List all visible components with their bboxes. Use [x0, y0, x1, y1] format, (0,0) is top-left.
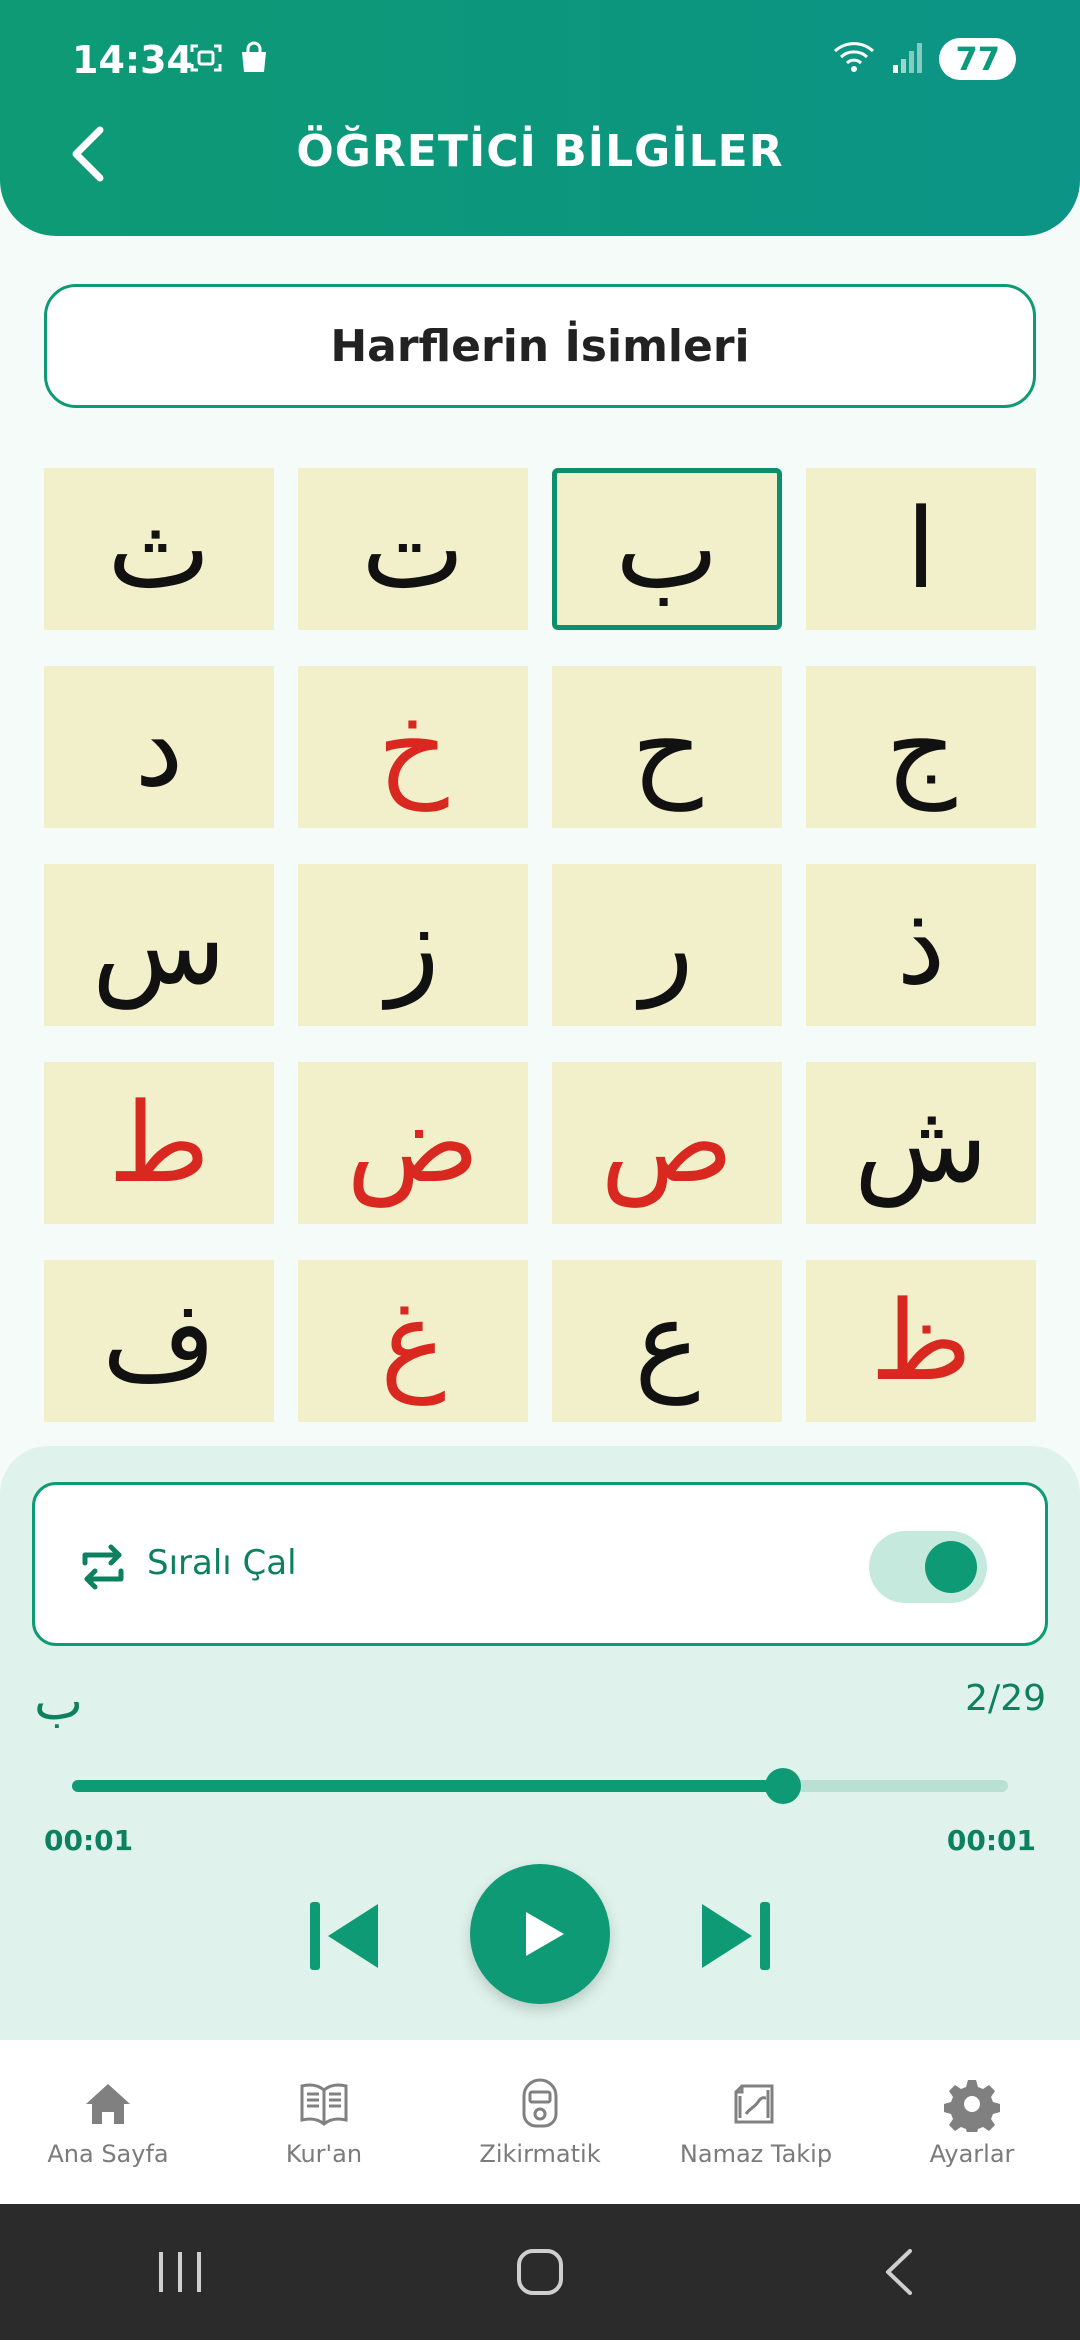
letter-glyph: ف [101, 1277, 217, 1405]
progress-thumb[interactable] [765, 1768, 802, 1804]
nav-label: Ana Sayfa [47, 2140, 169, 2168]
nav-item-prayer-tracking[interactable]: Namaz Takip [656, 2076, 856, 2168]
letter-grid: ا ب ت ث ج ح خ د ذ ر ز س شصض ط ظ ع غ ف [44, 468, 1036, 1422]
letter-glyph: د [134, 683, 184, 811]
letter-glyph: ا [905, 485, 937, 613]
time-total: 00:01 [946, 1824, 1036, 1857]
letter-glyph: ج [885, 683, 957, 811]
letter-glyph: ح [631, 683, 703, 811]
letter-glyph: غ [380, 1277, 446, 1405]
letter-cell[interactable]: ح [552, 666, 782, 828]
nav-item-home[interactable]: Ana Sayfa [8, 2076, 208, 2168]
home-icon [86, 2084, 130, 2124]
letter-glyph: ط [108, 1079, 210, 1207]
letter-cell[interactable]: ض [298, 1062, 528, 1224]
letter-cell[interactable]: ظ [806, 1260, 1036, 1422]
page-title: ÖĞRETİCİ BİLGİLER [296, 126, 784, 177]
letter-glyph: ب [615, 485, 719, 613]
letter-cell[interactable]: ط [44, 1062, 274, 1224]
letter-cell[interactable]: ث [44, 468, 274, 630]
app-header: 14:34 77 ÖĞRETİCİ BİLGİLER [0, 0, 1080, 236]
letter-glyph: ر [640, 881, 694, 1009]
screenshot-icon [188, 40, 224, 76]
letter-cell[interactable]: ب [552, 468, 782, 630]
sequential-play-label: Sıralı Çal [147, 1543, 297, 1583]
letter-glyph: ث [107, 485, 211, 613]
letter-glyph: ض [346, 1079, 480, 1207]
recent-apps-button[interactable] [140, 2242, 220, 2302]
bottom-navigation: Ana Sayfa Kur'an Zikirmatik Namaz Takip … [0, 2040, 1080, 2204]
nav-item-zikirmatik[interactable]: Zikirmatik [440, 2076, 640, 2168]
tasbih-counter-icon [522, 2078, 558, 2128]
track-counter: 2/29 [965, 1678, 1046, 1719]
nav-label: Zikirmatik [479, 2140, 601, 2168]
letter-cell[interactable]: د [44, 666, 274, 828]
status-time: 14:34 [72, 38, 193, 82]
letter-glyph: ص [600, 1079, 734, 1207]
play-button[interactable] [470, 1864, 610, 2004]
nav-label: Namaz Takip [679, 2140, 833, 2168]
nav-item-quran[interactable]: Kur'an [224, 2076, 424, 2168]
current-letter: ب [34, 1672, 83, 1732]
play-icon [526, 1912, 564, 1956]
audio-player-panel: Sıralı Çal ب 2/29 00:01 00:01 [0, 1446, 1080, 2046]
letter-glyph: ز [386, 881, 440, 1009]
letter-glyph: ذ [896, 881, 946, 1009]
letter-cell[interactable]: ع [552, 1260, 782, 1422]
letter-cell[interactable]: ف [44, 1260, 274, 1422]
nav-label: Ayarlar [929, 2140, 1015, 2168]
letter-cell[interactable]: ش [806, 1062, 1036, 1224]
home-system-button[interactable] [500, 2242, 580, 2302]
letter-cell[interactable]: غ [298, 1260, 528, 1422]
progress-fill [72, 1780, 784, 1792]
section-title: Harflerin İsimleri [44, 284, 1036, 408]
letter-cell[interactable]: ا [806, 468, 1036, 630]
letter-glyph: ش [853, 1079, 989, 1207]
system-back-button[interactable] [860, 2242, 940, 2302]
shopping-bag-icon [236, 40, 272, 76]
skip-next-icon [702, 1902, 770, 1970]
status-right: 77 [831, 38, 1016, 80]
gear-icon [944, 2080, 1000, 2132]
letter-cell[interactable]: ر [552, 864, 782, 1026]
wifi-icon [831, 39, 877, 79]
status-notification-icons [188, 40, 272, 76]
next-button[interactable] [696, 1898, 774, 1974]
letter-cell[interactable]: ت [298, 468, 528, 630]
battery-indicator: 77 [939, 38, 1016, 80]
home-square-icon [517, 2249, 563, 2295]
progress-slider[interactable] [72, 1768, 1008, 1804]
letter-glyph: ظ [870, 1277, 972, 1405]
prayer-mat-icon [734, 2084, 774, 2124]
signal-icon [891, 39, 925, 79]
letter-cell[interactable]: ذ [806, 864, 1036, 1026]
previous-button[interactable] [306, 1898, 384, 1974]
nav-label: Kur'an [285, 2140, 363, 2168]
letter-cell[interactable]: ج [806, 666, 1036, 828]
skip-previous-icon [310, 1902, 378, 1970]
toggle-knob [925, 1541, 977, 1593]
letter-glyph: س [91, 881, 227, 1009]
letter-cell[interactable]: س [44, 864, 274, 1026]
chevron-left-icon [886, 2249, 912, 2295]
letter-cell[interactable]: خ [298, 666, 528, 828]
repeat-icon [75, 1541, 131, 1593]
letter-cell[interactable]: ص [552, 1062, 782, 1224]
recent-apps-icon [159, 2252, 201, 2292]
letter-cell[interactable]: ز [298, 864, 528, 1026]
letter-glyph: خ [377, 683, 449, 811]
letter-glyph: ع [634, 1277, 700, 1405]
letter-glyph: ت [361, 485, 465, 613]
sequential-play-toggle[interactable] [869, 1531, 987, 1603]
book-icon [300, 2083, 348, 2126]
nav-item-settings[interactable]: Ayarlar [872, 2076, 1072, 2168]
time-elapsed: 00:01 [44, 1824, 134, 1857]
sequential-play-card: Sıralı Çal [32, 1482, 1048, 1646]
system-navigation-bar [0, 2204, 1080, 2340]
